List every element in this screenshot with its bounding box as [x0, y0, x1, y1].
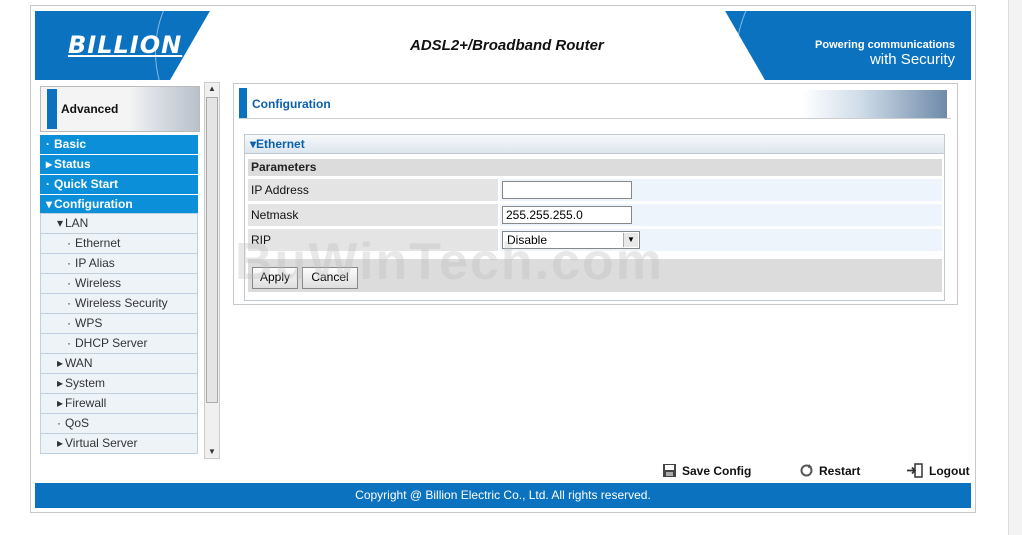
scroll-down-icon[interactable]: ▼: [205, 446, 219, 458]
sidebar-item-firewall[interactable]: ▸ Firewall: [40, 393, 198, 414]
page-title: Configuration: [252, 97, 331, 111]
scroll-up-icon[interactable]: ▲: [205, 83, 219, 95]
restart-icon: [799, 463, 814, 481]
logout-button[interactable]: Logout: [906, 463, 970, 481]
sidebar-item-quick-start[interactable]: · Quick Start: [40, 175, 198, 195]
main-content: Configuration ▾Ethernet Parameters IP Ad…: [233, 83, 958, 305]
button-row: Apply Cancel: [248, 259, 942, 292]
panel-title[interactable]: ▾Ethernet: [245, 135, 944, 154]
scrollbar-thumb[interactable]: [206, 97, 218, 403]
tagline-line1: Powering communications: [815, 39, 955, 51]
rip-selected-value: Disable: [507, 233, 548, 247]
tagline-line2: with Security: [869, 51, 955, 68]
footer-bar: Copyright @ Billion Electric Co., Ltd. A…: [35, 483, 971, 508]
sidebar-item-basic[interactable]: · Basic: [40, 135, 198, 155]
sidebar-item-dhcp-server[interactable]: · DHCP Server: [40, 333, 198, 354]
rip-label: RIP: [248, 229, 498, 251]
copyright-text: Copyright @ Billion Electric Co., Ltd. A…: [355, 488, 651, 502]
header-banner: BILLION ADSL2+/Broadband Router Powering…: [35, 11, 971, 80]
sidebar-item-ethernet-label[interactable]: Ethernet: [75, 236, 120, 250]
sidebar-item-ethernet[interactable]: · Ethernet: [40, 233, 198, 254]
restart-button[interactable]: Restart: [799, 463, 860, 481]
sidebar-item-wan[interactable]: ▸ WAN: [40, 353, 198, 374]
ip-address-row: IP Address: [248, 179, 942, 201]
rip-select[interactable]: Disable ▼: [502, 231, 640, 249]
ethernet-panel: ▾Ethernet Parameters IP Address Netmask …: [244, 134, 945, 301]
office-image: [802, 90, 947, 118]
cancel-button[interactable]: Cancel: [302, 267, 358, 289]
tagline: Powering communications with Security: [815, 39, 955, 68]
ip-address-label: IP Address: [248, 179, 498, 201]
netmask-field[interactable]: [502, 206, 632, 224]
netmask-row: Netmask: [248, 204, 942, 226]
chevron-down-icon[interactable]: ▼: [623, 233, 638, 247]
ip-address-field[interactable]: [502, 181, 632, 199]
advanced-label: Advanced: [61, 102, 119, 116]
sidebar-item-qos[interactable]: · QoS: [40, 413, 198, 434]
netmask-label: Netmask: [248, 204, 498, 226]
sidebar-item-status[interactable]: ▸ Status: [40, 155, 198, 175]
save-config-button[interactable]: Save Config: [662, 463, 751, 481]
sidebar-item-system[interactable]: ▸ System: [40, 373, 198, 394]
sidebar-menu: · Basic ▸ Status · Quick Start ▾ Configurati…: [40, 135, 198, 454]
advanced-section-header: Advanced: [40, 86, 200, 132]
sidebar-scrollbar[interactable]: ▲ ▼: [204, 82, 220, 459]
parameters-heading: Parameters: [248, 159, 942, 176]
sidebar-item-wireless-security[interactable]: · Wireless Security: [40, 293, 198, 314]
window-scrollbar[interactable]: [1008, 0, 1022, 535]
sidebar-item-wps[interactable]: · WPS: [40, 313, 198, 334]
sidebar-item-wireless[interactable]: · Wireless: [40, 273, 198, 294]
sidebar-item-configuration[interactable]: ▾ Configuration: [40, 195, 198, 214]
router-title: ADSL2+/Broadband Router: [410, 37, 604, 54]
apply-button[interactable]: Apply: [252, 267, 298, 289]
billion-logo[interactable]: BILLION: [68, 31, 182, 59]
sidebar-item-lan[interactable]: ▾ LAN: [40, 213, 198, 234]
sidebar-item-virtual-server[interactable]: ▸ Virtual Server: [40, 433, 198, 454]
floppy-icon: [662, 463, 677, 481]
configuration-header: Configuration: [239, 88, 951, 119]
rip-row: RIP Disable ▼: [248, 229, 942, 251]
logout-icon: [906, 463, 924, 481]
user-photo: [129, 87, 199, 131]
sidebar-item-ip-alias[interactable]: · IP Alias: [40, 253, 198, 274]
